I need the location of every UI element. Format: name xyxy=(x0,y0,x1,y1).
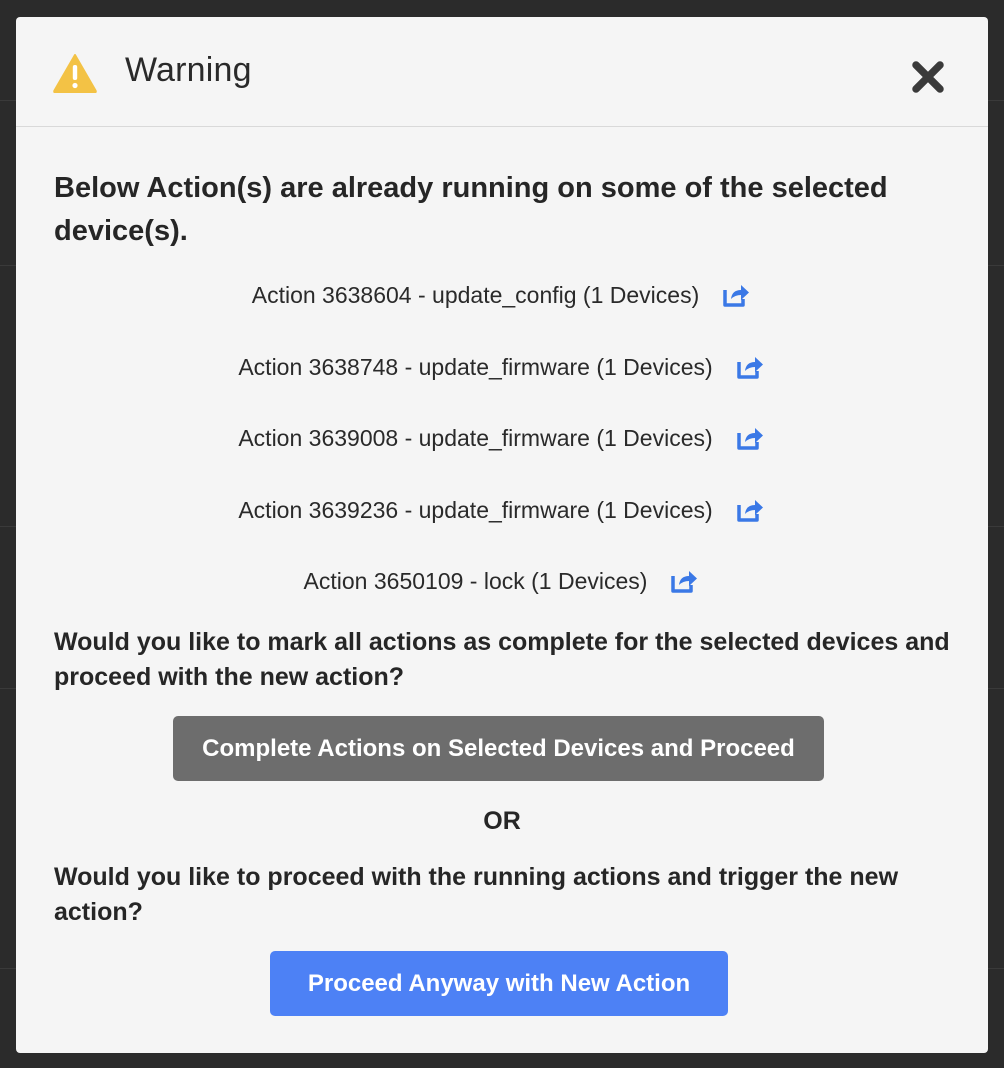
list-item: Action 3638748 - update_firmware (1 Devi… xyxy=(54,347,949,419)
list-item: Action 3638604 - update_config (1 Device… xyxy=(54,275,949,347)
dialog-body: Below Action(s) are already running on s… xyxy=(54,167,954,1016)
close-icon[interactable] xyxy=(909,59,947,95)
list-item: Action 3639008 - update_firmware (1 Devi… xyxy=(54,418,949,490)
list-item: Action 3639236 - update_firmware (1 Devi… xyxy=(54,490,949,562)
external-link-icon[interactable] xyxy=(669,568,699,594)
action-label: Action 3639236 - update_firmware (1 Devi… xyxy=(238,496,713,523)
external-link-icon[interactable] xyxy=(735,354,765,380)
action-label: Action 3638748 - update_firmware (1 Devi… xyxy=(238,353,713,380)
proceed-anyway-button[interactable]: Proceed Anyway with New Action xyxy=(270,951,728,1016)
proceed-question: Would you like to proceed with the runni… xyxy=(54,863,899,926)
list-item: Action 3650109 - lock (1 Devices) xyxy=(54,561,949,633)
external-link-icon[interactable] xyxy=(735,497,765,523)
dialog-title: Warning xyxy=(125,51,252,89)
complete-actions-question: Would you like to mark all actions as co… xyxy=(54,628,950,691)
running-actions-list: Action 3638604 - update_config (1 Device… xyxy=(54,275,949,633)
action-label: Action 3639008 - update_firmware (1 Devi… xyxy=(238,425,713,451)
dialog-header: Warning xyxy=(16,17,988,127)
warning-triangle-icon xyxy=(53,54,97,93)
or-separator: OR xyxy=(483,807,521,835)
running-actions-message: Below Action(s) are already running on s… xyxy=(54,172,888,247)
complete-actions-button[interactable]: Complete Actions on Selected Devices and… xyxy=(173,716,824,781)
warning-dialog: Warning Below Action(s) are already runn… xyxy=(16,17,988,1053)
external-link-icon[interactable] xyxy=(735,425,765,451)
action-label: Action 3650109 - lock (1 Devices) xyxy=(303,568,648,594)
external-link-icon[interactable] xyxy=(721,282,751,308)
action-label: Action 3638604 - update_config (1 Device… xyxy=(251,282,700,308)
